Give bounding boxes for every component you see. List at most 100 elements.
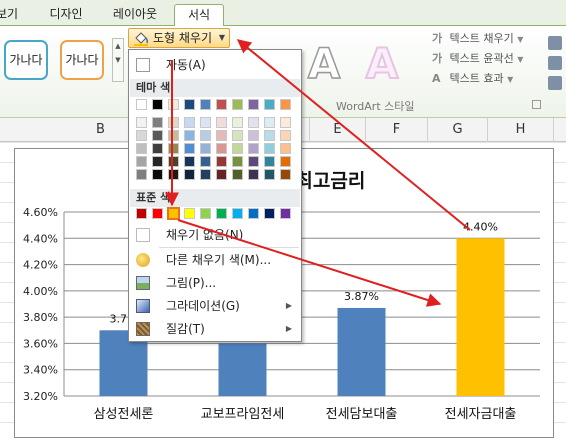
menu-item-more-colors[interactable]: 다른 채우기 색(M)...: [130, 249, 300, 271]
menu-item-texture[interactable]: 질감(T) ▶: [130, 318, 300, 340]
theme-color-swatch[interactable]: [200, 117, 211, 128]
standard-color-swatch[interactable]: [152, 208, 163, 219]
menu-item-automatic[interactable]: 자동(A): [130, 54, 300, 76]
theme-color-swatch[interactable]: [216, 130, 227, 141]
theme-color-swatch[interactable]: [264, 156, 275, 167]
theme-color-swatch[interactable]: [264, 99, 275, 110]
theme-color-swatch[interactable]: [136, 117, 147, 128]
theme-color-swatch[interactable]: [168, 143, 179, 154]
texture-icon: [136, 322, 150, 336]
theme-color-swatch[interactable]: [152, 117, 163, 128]
theme-color-swatch[interactable]: [184, 156, 195, 167]
y-tick-label: 3.60%: [23, 337, 58, 350]
x-tick-label: 삼성전세론: [94, 407, 154, 422]
theme-color-swatch[interactable]: [152, 143, 163, 154]
bar: [218, 343, 267, 396]
theme-color-swatch[interactable]: [168, 117, 179, 128]
theme-color-swatch[interactable]: [248, 143, 259, 154]
submenu-arrow-icon: ▶: [285, 301, 292, 310]
theme-colors-header: 테마 색: [130, 79, 300, 97]
theme-color-swatch[interactable]: [248, 130, 259, 141]
standard-color-swatch[interactable]: [280, 208, 291, 219]
menu-item-gradient[interactable]: 그라데이션(G) ▶: [130, 295, 300, 317]
theme-color-swatch[interactable]: [152, 156, 163, 167]
theme-color-swatch[interactable]: [232, 99, 243, 110]
theme-color-swatch[interactable]: [152, 130, 163, 141]
theme-color-swatch[interactable]: [280, 156, 291, 167]
theme-color-swatch[interactable]: [200, 143, 211, 154]
theme-color-swatch[interactable]: [264, 130, 275, 141]
y-tick-label: 3.20%: [23, 390, 58, 403]
standard-color-swatch[interactable]: [216, 208, 227, 219]
theme-color-swatch[interactable]: [232, 130, 243, 141]
theme-color-swatch[interactable]: [232, 169, 243, 180]
theme-color-swatch[interactable]: [136, 130, 147, 141]
theme-color-swatch[interactable]: [216, 143, 227, 154]
theme-color-swatch[interactable]: [264, 117, 275, 128]
theme-color-swatch[interactable]: [248, 99, 259, 110]
submenu-arrow-icon: ▶: [285, 324, 292, 333]
y-tick-label: 3.80%: [23, 311, 58, 324]
theme-color-swatch[interactable]: [248, 169, 259, 180]
theme-color-swatch[interactable]: [280, 169, 291, 180]
fill-color-menu: 자동(A) 테마 색 표준 색 채우기 없음(N) 다른 채우기 색(M)...…: [128, 49, 302, 342]
theme-color-swatch[interactable]: [280, 130, 291, 141]
theme-color-swatch[interactable]: [168, 169, 179, 180]
theme-color-swatch[interactable]: [184, 99, 195, 110]
selected-color-swatch[interactable]: [167, 207, 180, 220]
standard-color-swatch[interactable]: [232, 208, 243, 219]
theme-color-swatch[interactable]: [136, 169, 147, 180]
theme-color-swatch[interactable]: [184, 130, 195, 141]
x-tick-label: 전세담보대출: [326, 407, 398, 422]
menu-item-picture[interactable]: 그림(P)...: [130, 272, 300, 294]
theme-color-swatch[interactable]: [168, 156, 179, 167]
theme-color-swatch[interactable]: [216, 156, 227, 167]
data-label: 3.87%: [344, 290, 379, 303]
theme-color-swatch[interactable]: [184, 117, 195, 128]
theme-color-swatch[interactable]: [200, 169, 211, 180]
theme-color-swatch[interactable]: [248, 117, 259, 128]
standard-color-swatch[interactable]: [136, 208, 147, 219]
y-tick-label: 4.40%: [23, 232, 58, 245]
theme-color-swatch[interactable]: [184, 143, 195, 154]
theme-color-swatch[interactable]: [168, 130, 179, 141]
standard-color-swatch[interactable]: [184, 208, 195, 219]
gradient-icon: [136, 299, 150, 313]
chevron-down-icon: ▼: [218, 33, 225, 42]
theme-color-swatch[interactable]: [216, 169, 227, 180]
standard-color-swatch[interactable]: [264, 208, 275, 219]
x-tick-label: 전세자금대출: [445, 407, 517, 422]
theme-color-swatch[interactable]: [216, 117, 227, 128]
theme-color-swatch[interactable]: [152, 169, 163, 180]
picture-icon: [136, 276, 150, 290]
theme-color-swatch[interactable]: [264, 169, 275, 180]
theme-color-swatch[interactable]: [200, 156, 211, 167]
menu-separator: [159, 247, 299, 248]
theme-color-swatch[interactable]: [200, 99, 211, 110]
theme-color-swatch[interactable]: [168, 99, 179, 110]
menu-item-no-fill[interactable]: 채우기 없음(N): [130, 224, 300, 246]
no-fill-icon: [136, 228, 150, 242]
theme-color-swatch[interactable]: [248, 156, 259, 167]
theme-color-swatch[interactable]: [136, 143, 147, 154]
theme-color-swatch[interactable]: [264, 143, 275, 154]
theme-color-swatch[interactable]: [280, 143, 291, 154]
theme-color-swatch[interactable]: [152, 99, 163, 110]
bar: [456, 238, 505, 396]
theme-color-swatch[interactable]: [280, 117, 291, 128]
standard-color-swatch[interactable]: [248, 208, 259, 219]
theme-color-swatch[interactable]: [232, 143, 243, 154]
theme-color-swatch[interactable]: [136, 156, 147, 167]
theme-color-swatch[interactable]: [200, 130, 211, 141]
standard-color-swatch[interactable]: [200, 208, 211, 219]
shape-fill-button[interactable]: 도형 채우기 ▼: [128, 28, 230, 48]
y-tick-label: 4.20%: [23, 259, 58, 272]
y-tick-label: 4.60%: [23, 206, 58, 219]
theme-color-swatch[interactable]: [136, 99, 147, 110]
theme-color-swatch[interactable]: [216, 99, 227, 110]
y-tick-label: 4.00%: [23, 285, 58, 298]
theme-color-swatch[interactable]: [280, 99, 291, 110]
theme-color-swatch[interactable]: [232, 156, 243, 167]
theme-color-swatch[interactable]: [232, 117, 243, 128]
theme-color-swatch[interactable]: [184, 169, 195, 180]
